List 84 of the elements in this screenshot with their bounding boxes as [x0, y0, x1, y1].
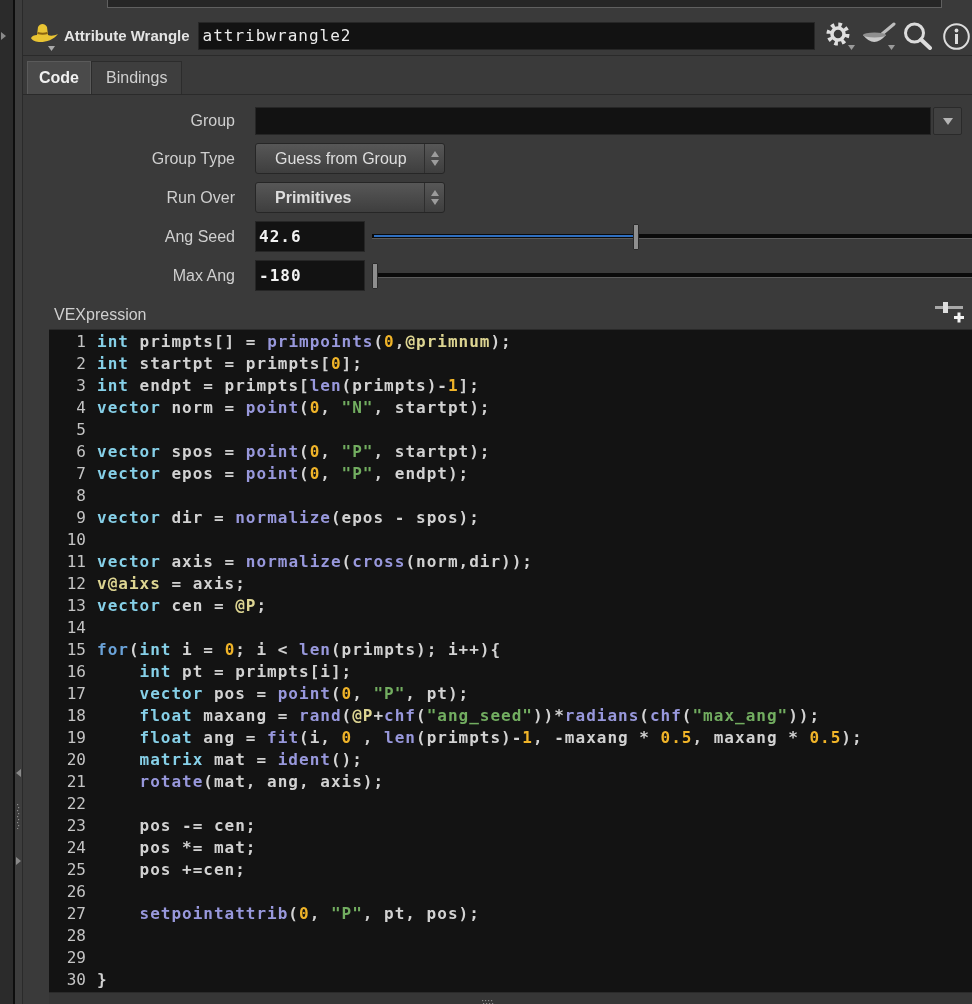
line-number: 19: [66, 727, 86, 749]
line-number: 26: [66, 881, 86, 903]
param-label: Group: [190, 111, 235, 131]
code-line: vector pos = point(0, "P", pt);: [139, 683, 470, 705]
node-name-field[interactable]: attribwrangle2: [197, 22, 815, 50]
line-number: 28: [66, 925, 86, 947]
code-line: int primpts[] = primpoints(0,@primnum);: [97, 331, 512, 353]
code-line: int endpt = primpts[len(primpts)-1];: [97, 375, 480, 397]
line-number: 24: [66, 837, 86, 859]
right-arrow-icon[interactable]: [1, 32, 6, 40]
line-number: 11: [66, 551, 86, 573]
number-field[interactable]: 42.6: [255, 221, 365, 252]
info-icon[interactable]: [943, 22, 970, 50]
line-number: 25: [66, 859, 86, 881]
line-number: 4: [76, 397, 86, 419]
code-line: for(int i = 0; i < len(primpts); i++){: [97, 639, 502, 661]
line-number: 27: [66, 903, 86, 925]
line-number: 13: [66, 595, 86, 617]
code-line: pos -= cen;: [139, 815, 257, 837]
code-line: vector spos = point(0, "P", startpt);: [97, 441, 491, 463]
tab[interactable]: Bindings: [91, 61, 183, 94]
code-line: pos *= mat;: [139, 837, 257, 859]
line-number: 20: [66, 749, 86, 771]
line-number: 18: [66, 705, 86, 727]
line-number: 14: [66, 617, 86, 639]
menu-button[interactable]: Primitives: [255, 182, 445, 213]
code-line: vector axis = normalize(cross(norm,dir));: [97, 551, 533, 573]
line-number: 2: [76, 353, 86, 375]
editor-label: VEXpression: [54, 305, 147, 325]
line-number: 7: [76, 463, 86, 485]
param-label: Group Type: [151, 148, 235, 169]
right-arrow-icon[interactable]: [16, 857, 21, 866]
search-icon[interactable]: [903, 22, 932, 50]
pan-icon[interactable]: [862, 22, 896, 50]
number-field[interactable]: -180: [255, 260, 365, 291]
slider-plus-icon[interactable]: [935, 299, 965, 323]
node-type-label: Attribute Wrangle: [64, 25, 190, 46]
line-number: 9: [76, 507, 86, 529]
line-number: 12: [66, 573, 86, 595]
line-number: 6: [76, 441, 86, 463]
code-line: int startpt = primpts[0];: [97, 353, 363, 375]
code-line: vector dir = normalize(epos - spos);: [97, 507, 480, 529]
code-line: setpointattrib(0, "P", pt, pos);: [139, 903, 480, 925]
grip-icon[interactable]: [17, 804, 20, 830]
line-number: 8: [76, 485, 86, 507]
line-number: 10: [66, 529, 86, 551]
line-number: 17: [66, 683, 86, 705]
code-editor[interactable]: [49, 329, 972, 992]
line-number: 21: [66, 771, 86, 793]
code-line: v@aixs = axis;: [97, 573, 246, 595]
code-line: rotate(mat, ang, axis);: [139, 771, 385, 793]
text-field[interactable]: [255, 107, 931, 135]
line-number: 5: [76, 419, 86, 441]
line-number: 16: [66, 661, 86, 683]
code-line: matrix mat = ident();: [139, 749, 363, 771]
code-line: vector epos = point(0, "P", endpt);: [97, 463, 470, 485]
grip-icon[interactable]: [482, 999, 494, 1004]
dropdown-button[interactable]: [933, 107, 962, 135]
code-line: int pt = primpts[i];: [139, 661, 353, 683]
caret-icon: [942, 117, 953, 125]
left-arrow-icon[interactable]: [16, 769, 21, 777]
updown-arrows-icon: [430, 190, 439, 205]
code-line: float maxang = rand(@P+chf("ang_seed"))*radians(chf("max_ang"));: [139, 705, 821, 727]
menu-button[interactable]: Guess from Group: [255, 143, 445, 174]
param-label: Max Ang: [172, 265, 235, 286]
code-line: vector norm = point(0, "N", startpt);: [97, 397, 491, 419]
line-number: 23: [66, 815, 86, 837]
line-number: 3: [76, 375, 86, 397]
slider-handle[interactable]: [633, 223, 640, 250]
gear-icon[interactable]: [825, 22, 855, 50]
code-line: float ang = fit(i, 0 , len(primpts)-1, -maxang * 0.5, maxang * 0.5);: [139, 727, 863, 749]
code-line: vector cen = @P;: [97, 595, 268, 617]
updown-arrows-icon: [430, 151, 439, 166]
line-number: 22: [66, 793, 86, 815]
code-line: }: [97, 969, 108, 991]
param-label: Run Over: [166, 187, 235, 208]
slider-handle[interactable]: [372, 262, 378, 289]
line-number: 29: [66, 947, 86, 969]
code-line: pos +=cen;: [139, 859, 246, 881]
param-label: Ang Seed: [164, 226, 235, 247]
line-number: 30: [66, 969, 86, 991]
tab[interactable]: Code: [27, 61, 91, 94]
line-number: 15: [66, 639, 86, 661]
line-number: 1: [76, 331, 86, 353]
